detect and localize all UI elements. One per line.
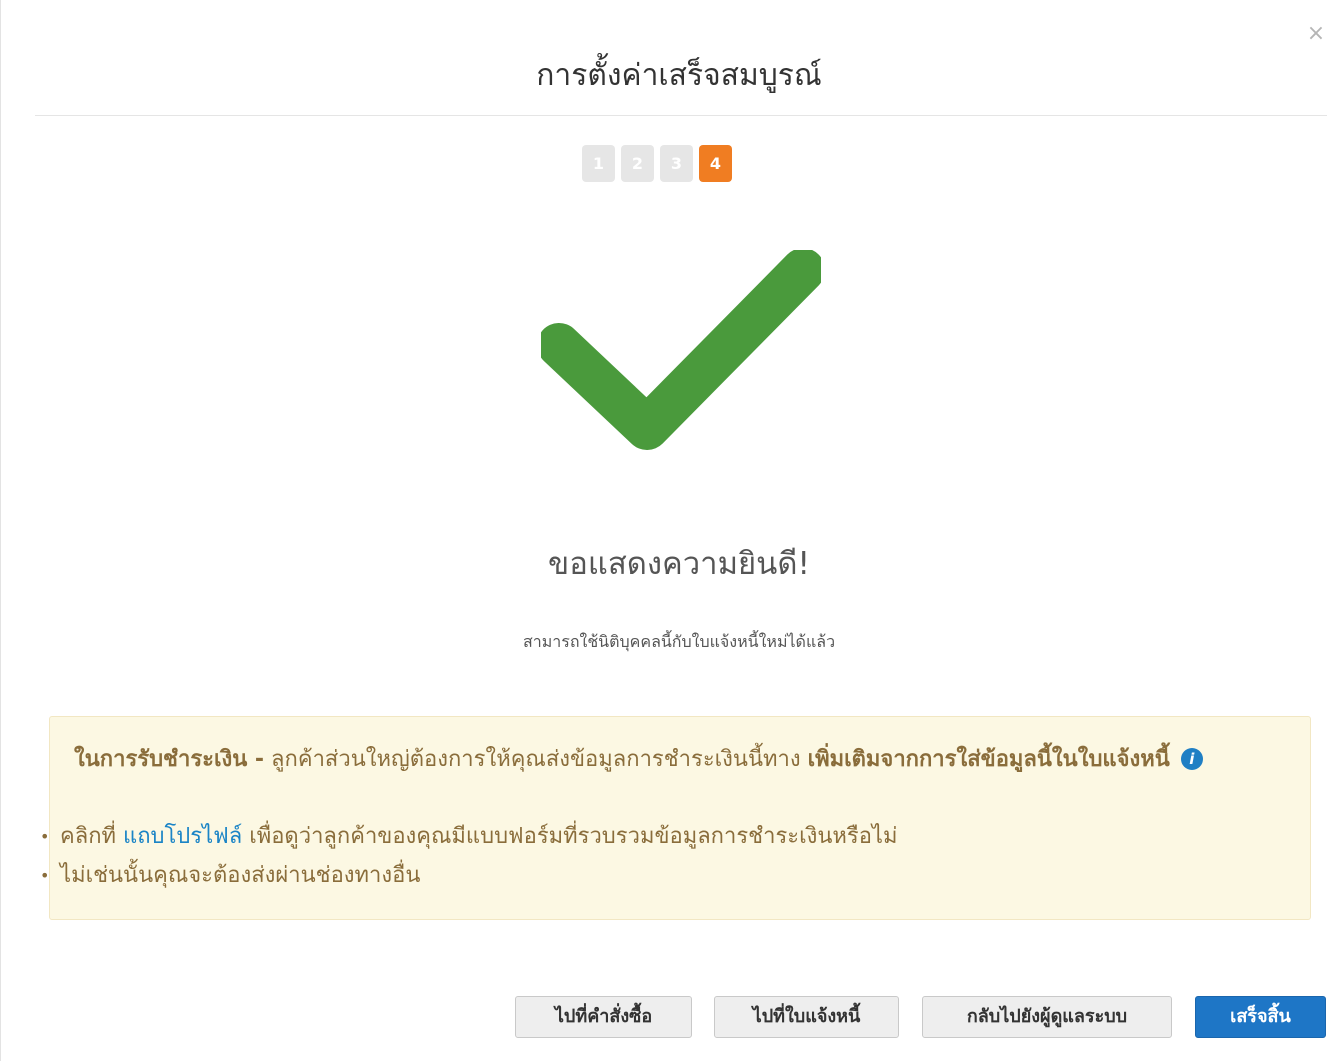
header-divider (35, 115, 1327, 116)
bullet1-suffix: เพื่อดูว่าลูกค้าของคุณมีแบบฟอร์มที่รวบรว… (242, 824, 898, 849)
payment-info-text: ในการรับชำระเงิน - ลูกค้าส่วนใหญ่ต้องการ… (74, 743, 1289, 777)
setup-complete-dialog: × การตั้งค่าเสร็จสมบูรณ์ 1 2 3 4 ขอแสดงค… (0, 0, 1334, 1061)
dialog-title: การตั้งค่าเสร็จสมบูรณ์ (536, 58, 822, 93)
step-indicator: 1 2 3 4 (582, 145, 732, 182)
go-to-invoices-button[interactable]: ไปที่ใบแจ้งหนี้ (714, 996, 899, 1038)
close-icon[interactable]: × (1304, 22, 1328, 46)
success-message: สามารถใช้นิติบุคคลนี้กับใบแจ้งหนี้ใหม่ได… (522, 632, 836, 651)
payment-info-list: คลิกที่ แถบโปรไฟล์ เพื่อดูว่าลูกค้าของคุ… (40, 817, 898, 895)
step-4[interactable]: 4 (699, 145, 732, 182)
step-1[interactable]: 1 (582, 145, 615, 182)
step-3[interactable]: 3 (660, 145, 693, 182)
bullet1-prefix: คลิกที่ (60, 824, 124, 849)
profile-tab-link[interactable]: แถบโปรไฟล์ (123, 824, 242, 849)
payment-info-alert: ในการรับชำระเงิน - ลูกค้าส่วนใหญ่ต้องการ… (40, 716, 1311, 920)
back-to-admin-button[interactable]: กลับไปยังผู้ดูแลระบบ (922, 996, 1172, 1038)
checkmark-icon (541, 250, 821, 450)
list-item: ไม่เช่นนั้นคุณจะต้องส่งผ่านช่องทางอื่น (40, 856, 898, 895)
step-2[interactable]: 2 (621, 145, 654, 182)
finish-button[interactable]: เสร็จสิ้น (1195, 996, 1326, 1038)
go-to-purchase-orders-button[interactable]: ไปที่คำสั่งซื้อ (515, 996, 692, 1038)
success-heading: ขอแสดงความยินดี! (548, 546, 810, 582)
payment-info-lead: ในการรับชำระเงิน - (74, 747, 265, 772)
list-item: คลิกที่ แถบโปรไฟล์ เพื่อดูว่าลูกค้าของคุ… (40, 817, 898, 856)
info-icon[interactable]: i (1180, 748, 1203, 770)
payment-info-tail: เพิ่มเติมจากการใส่ข้อมูลนี้ในใบแจ้งหนี้ (807, 747, 1170, 772)
payment-info-mid: ลูกค้าส่วนใหญ่ต้องการให้คุณส่งข้อมูลการช… (264, 747, 808, 772)
bullet2-text: ไม่เช่นนั้นคุณจะต้องส่งผ่านช่องทางอื่น (60, 863, 421, 888)
